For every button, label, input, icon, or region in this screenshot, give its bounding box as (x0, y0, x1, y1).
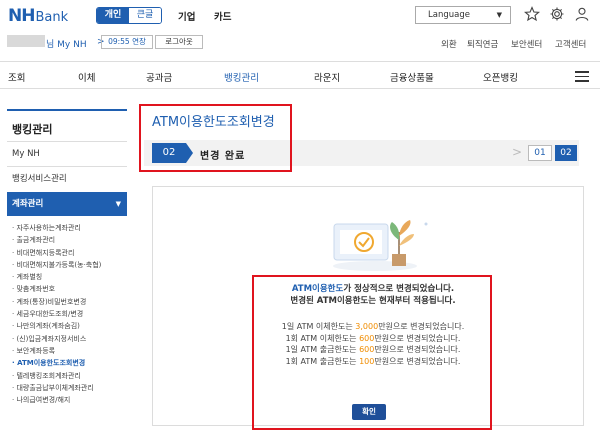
step-1-badge: 01 (528, 145, 552, 161)
sidebar-item-my-nh[interactable]: My NH (7, 141, 127, 166)
step-2-badge: 02 (555, 145, 577, 161)
chevron-down-icon: ▼ (115, 200, 121, 208)
sidebar-sub-item[interactable]: · 텔레뱅킹조회계좌관리 (7, 370, 127, 382)
session-extend-button[interactable]: 09:55 연장 (101, 35, 153, 49)
sidebar-sub-item[interactable]: · 나만의계좌(계좌숨김) (7, 320, 127, 332)
sidebar-item-banking-service[interactable]: 뱅킹서비스관리 (7, 166, 127, 191)
nav-lounge[interactable]: 라운지 (314, 70, 340, 84)
nav-inquiry[interactable]: 조회 (8, 70, 25, 84)
annotation-box-result (252, 275, 492, 430)
star-icon[interactable] (524, 6, 540, 22)
annotation-box-title (139, 104, 292, 172)
logout-button[interactable]: 로그아웃 (155, 35, 203, 49)
sidebar-sub-item[interactable]: · 계좌(통장)비밀번호변경 (7, 296, 127, 308)
personal-corporate-toggle: 개인 큰글 (96, 7, 162, 24)
chevron-right-icon: > (512, 145, 523, 159)
sidebar-sub-item[interactable]: · 계좌별칭 (7, 271, 127, 283)
util-link-security-center[interactable]: 보안센터 (511, 38, 542, 50)
sidebar-sub-item[interactable]: · 세금우대한도조회/변경 (7, 308, 127, 320)
user-info-row: 님 My NH > 09:55 연장 로그아웃 외환 퇴직연금 보안센터 고객센… (0, 31, 600, 53)
sidebar-sub-item[interactable]: · 맞춤계좌번호 (7, 283, 127, 295)
blurred-username (7, 35, 45, 47)
nav-utility-bills[interactable]: 공과금 (146, 70, 172, 84)
nav-open-banking[interactable]: 오픈뱅킹 (483, 70, 518, 84)
sidebar-title: 뱅킹관리 (7, 109, 127, 141)
util-link-foreign-exchange[interactable]: 외환 (441, 38, 457, 50)
nav-transfer[interactable]: 이체 (78, 70, 95, 84)
sidebar-sub-item[interactable]: · 비대면해지불가등록(농·축협) (7, 259, 127, 271)
card-link[interactable]: 카드 (214, 9, 231, 23)
sidebar-sub-item[interactable]: · 자주사용하는계좌관리 (7, 222, 127, 234)
corporate-link[interactable]: 기업 (178, 9, 195, 23)
sidebar-sub-item-atm-limit[interactable]: · ATM이용한도조회변경 (7, 357, 127, 369)
user-icon[interactable] (574, 6, 590, 22)
personal-tab[interactable]: 개인 (97, 8, 129, 23)
my-nh-link[interactable]: 님 My NH (46, 37, 87, 50)
util-link-customer-center[interactable]: 고객센터 (555, 38, 586, 50)
sidebar: 뱅킹관리 My NH 뱅킹서비스관리 계좌관리 ▼ · 자주사용하는계좌관리 ·… (7, 109, 127, 406)
sidebar-sub-item[interactable]: · 출금계좌관리 (7, 234, 127, 246)
sidebar-sub-item[interactable]: · 비대면해지등록관리 (7, 247, 127, 259)
top-bar: NHBank 개인 큰글 기업 카드 Language ▼ (0, 0, 600, 30)
nh-bank-logo[interactable]: NHBank (8, 6, 68, 26)
sidebar-sub-item[interactable]: · (신)입금계좌지정서비스 (7, 333, 127, 345)
sidebar-sub-item[interactable]: · 보안계좌등록 (7, 345, 127, 357)
nav-banking-management[interactable]: 뱅킹관리 (224, 70, 259, 84)
menu-icon[interactable] (575, 71, 589, 82)
language-select[interactable]: Language ▼ (415, 6, 511, 24)
caret-down-icon: ▼ (496, 11, 502, 19)
completion-illustration (333, 220, 428, 271)
sidebar-sub-item[interactable]: · 나의급여변경/해지 (7, 394, 127, 406)
nav-financial-products[interactable]: 금융상품몰 (390, 70, 434, 84)
sidebar-sub-item[interactable]: · 대량출금납부이체계좌관리 (7, 382, 127, 394)
sidebar-sub-list: · 자주사용하는계좌관리 · 출금계좌관리 · 비대면해지등록관리 · 비대면해… (7, 216, 127, 406)
gear-icon[interactable] (549, 6, 565, 22)
sidebar-item-account-management[interactable]: 계좌관리 ▼ (7, 192, 127, 216)
main-navigation: 조회 이체 공과금 뱅킹관리 라운지 금융상품몰 오픈뱅킹 (0, 61, 600, 89)
util-link-pension[interactable]: 퇴직연금 (467, 38, 498, 50)
large-text-tab[interactable]: 큰글 (129, 8, 161, 23)
